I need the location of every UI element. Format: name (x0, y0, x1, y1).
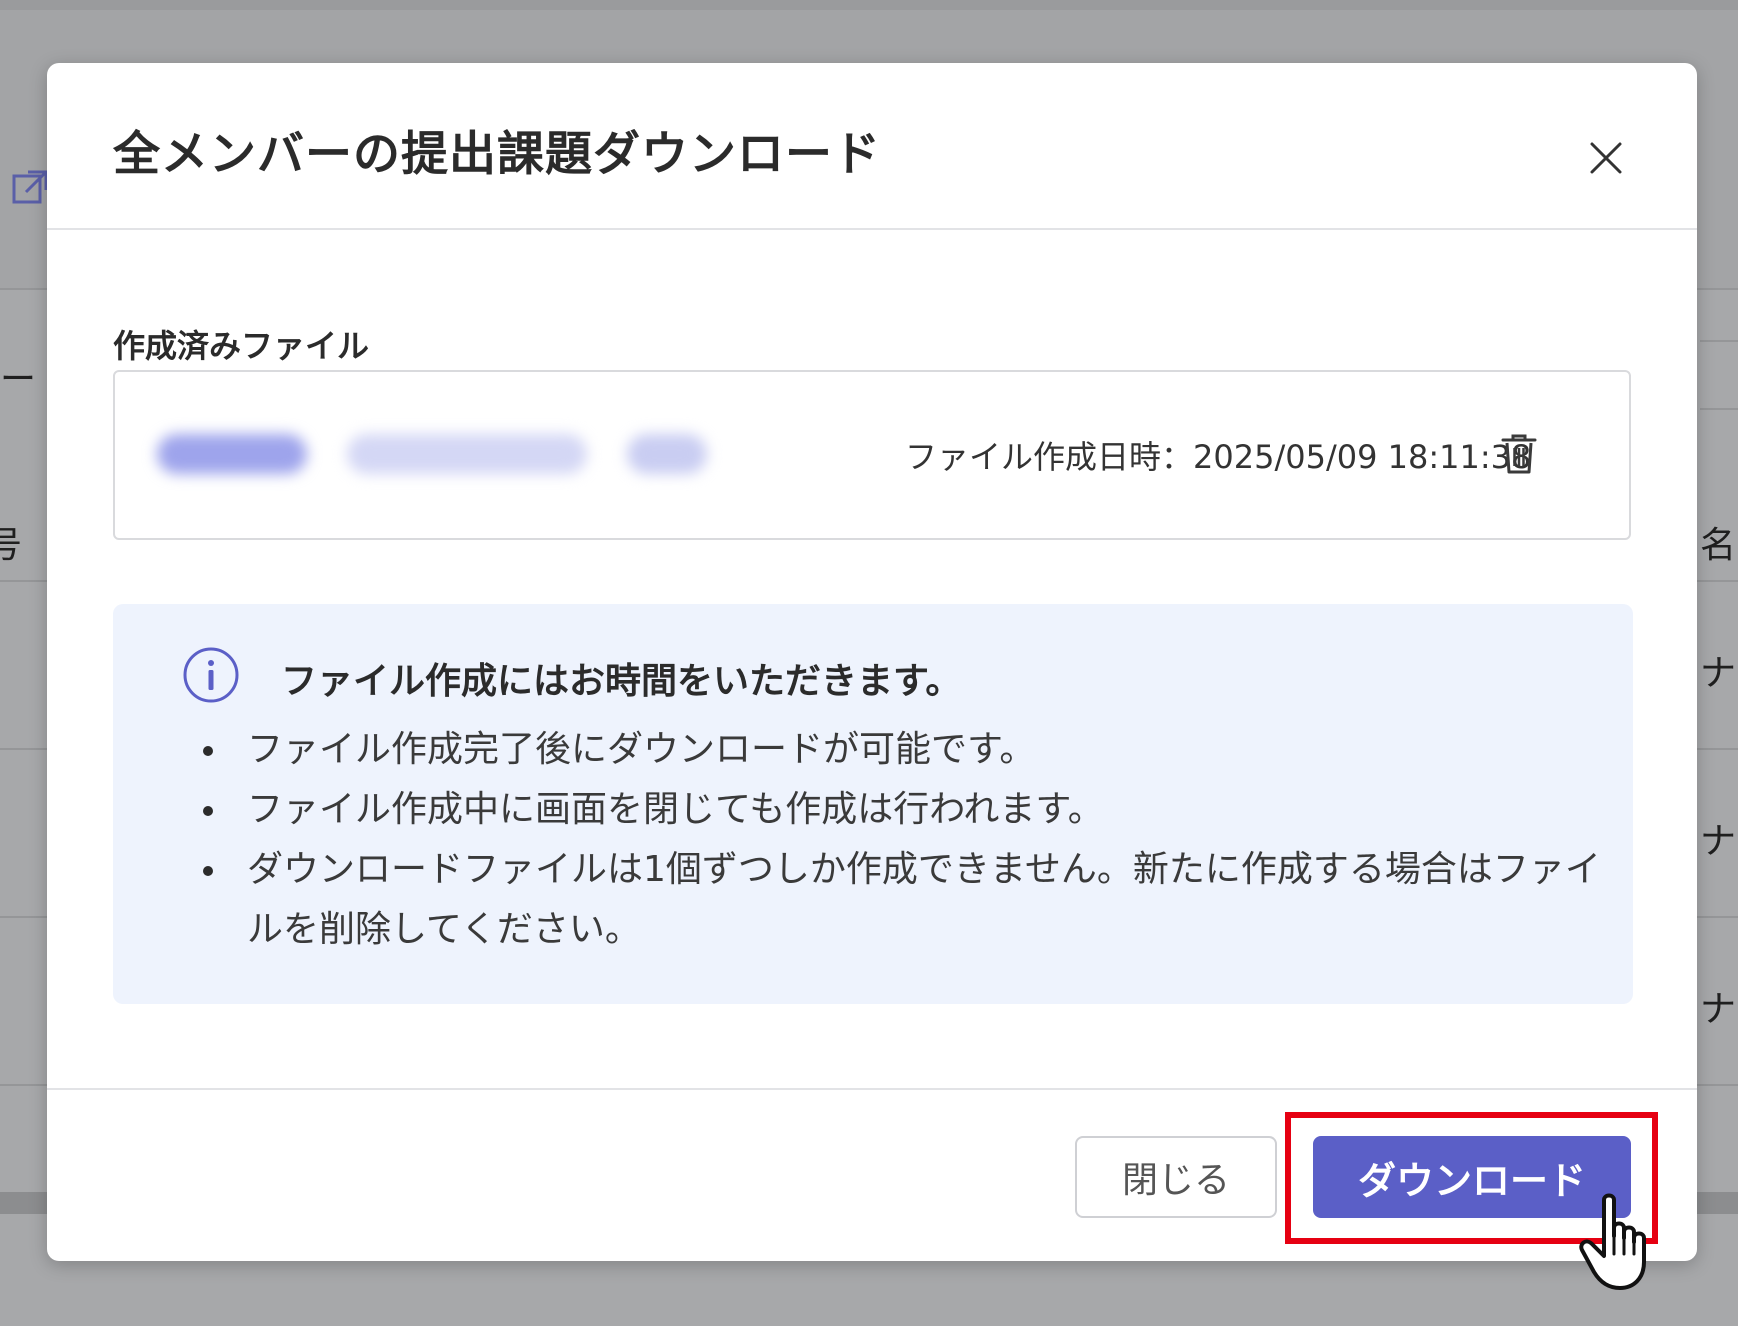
background-text: 号 (0, 525, 23, 566)
bullet (203, 866, 213, 876)
background-text: ー (0, 359, 37, 400)
info-list-item: ファイル作成完了後にダウンロードが可能です。 (203, 720, 1603, 780)
info-list-item: ダウンロードファイルは1個ずつしか作成できません。新たに作成する場合はファイルを… (203, 840, 1603, 960)
info-list: ファイル作成完了後にダウンロードが可能です。 ファイル作成中に画面を閉じても作成… (203, 720, 1603, 960)
info-title: ファイル作成にはお時間をいただきます。 (281, 661, 962, 702)
background-text: ナ (1700, 821, 1737, 862)
background-text: 名 (1700, 525, 1737, 566)
background-text: ナ (1700, 989, 1737, 1030)
close-button[interactable] (1571, 123, 1641, 193)
info-icon (183, 647, 239, 703)
created-file-card: ファイル作成日時：2025/05/09 18:11:38 (113, 370, 1631, 540)
trash-icon (1501, 434, 1537, 474)
bullet (203, 746, 213, 756)
background-divider (1700, 408, 1738, 410)
modal-title: 全メンバーの提出課題ダウンロード (113, 127, 881, 182)
info-notice: ファイル作成にはお時間をいただきます。 ファイル作成完了後にダウンロードが可能で… (113, 604, 1633, 1004)
modal-footer-divider (47, 1088, 1697, 1090)
close-dialog-button[interactable]: 閉じる (1075, 1136, 1277, 1218)
download-modal: 全メンバーの提出課題ダウンロード 作成済みファイル ファイル作成日時：2025/… (47, 63, 1697, 1261)
file-created-datetime: ファイル作成日時：2025/05/09 18:11:38 (905, 438, 1532, 476)
created-file-label: 作成済みファイル (113, 327, 370, 365)
info-list-item: ファイル作成中に画面を閉じても作成は行われます。 (203, 780, 1603, 840)
background-top-bar (0, 0, 1738, 10)
info-list-text: ファイル作成中に画面を閉じても作成は行われます。 (247, 789, 1104, 830)
file-name-redacted (137, 396, 777, 516)
info-list-text: ファイル作成完了後にダウンロードが可能です。 (247, 729, 1036, 770)
delete-file-button[interactable] (1497, 430, 1541, 478)
close-icon (1590, 142, 1622, 174)
bullet (203, 806, 213, 816)
background-divider (1700, 340, 1738, 342)
modal-header: 全メンバーの提出課題ダウンロード (47, 63, 1697, 230)
info-list-text: ダウンロードファイルは1個ずつしか作成できません。新たに作成する場合はファイルを… (247, 849, 1601, 950)
background-text: ナ (1700, 653, 1737, 694)
external-link-icon (12, 170, 48, 204)
hand-pointer-icon (1579, 1193, 1646, 1290)
